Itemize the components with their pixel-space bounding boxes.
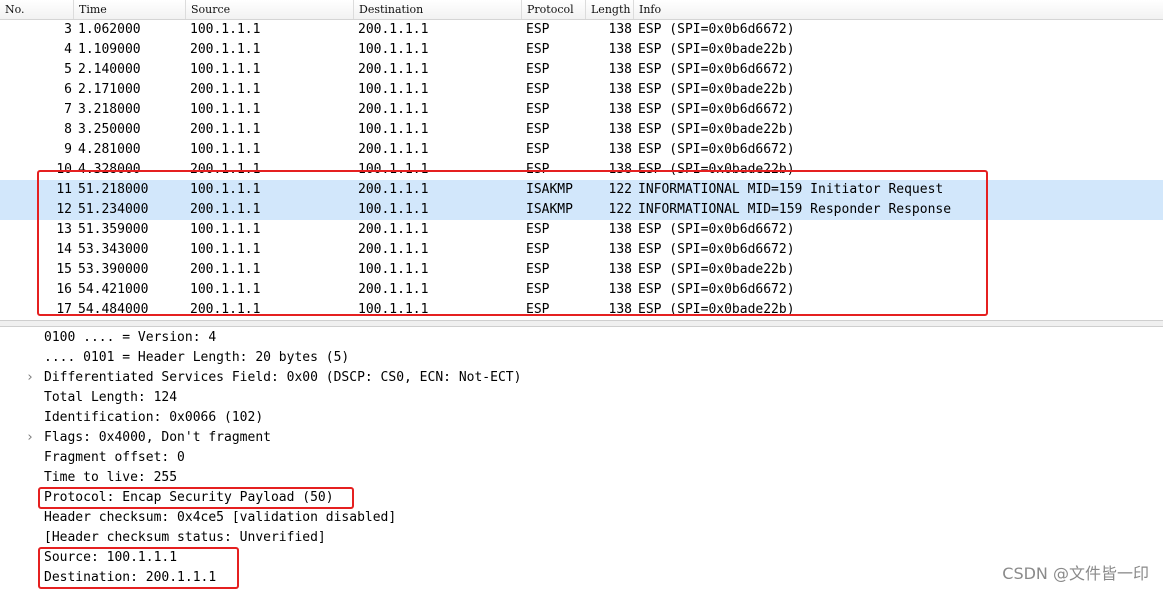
packet-length: 138	[608, 142, 632, 157]
packet-protocol: ESP	[526, 142, 550, 157]
packet-no: 5	[64, 62, 72, 77]
packet-no: 8	[64, 122, 72, 137]
packet-row[interactable]: 6 2.171000 200.1.1.1 100.1.1.1 ESP 138 ESP (SP…	[0, 80, 1163, 100]
packet-source: 100.1.1.1	[190, 62, 261, 77]
packet-length: 138	[608, 42, 632, 57]
packet-no: 9	[64, 142, 72, 157]
column-header-length[interactable]: Length	[586, 0, 634, 19]
packet-destination: 100.1.1.1	[358, 82, 429, 97]
highlight-box-packets	[37, 170, 988, 316]
detail-text: Header checksum: 0x4ce5 [validation disa…	[44, 510, 397, 525]
detail-line[interactable]: Header checksum: 0x4ce5 [validation disa…	[0, 508, 1163, 528]
expand-arrow-icon[interactable]: ›	[26, 368, 34, 388]
packet-source: 100.1.1.1	[190, 142, 261, 157]
packet-destination: 100.1.1.1	[358, 42, 429, 57]
detail-text: Time to live: 255	[44, 470, 178, 485]
packet-details-pane[interactable]: 0100 .... = Version: 4 .... 0101 = Header…	[0, 328, 1163, 590]
packet-time: 1.062000	[78, 22, 141, 37]
packet-length: 138	[608, 122, 632, 137]
packet-row[interactable]: 5 2.140000 100.1.1.1 200.1.1.1 ESP 138 ESP (SP…	[0, 60, 1163, 80]
expand-arrow-icon[interactable]: ›	[26, 428, 34, 448]
watermark: CSDN @文件皆一印	[1002, 564, 1149, 583]
packet-destination: 100.1.1.1	[358, 122, 429, 137]
packet-list-pane[interactable]: No. Time Source Destination Protocol Len…	[0, 0, 1163, 320]
packet-length: 138	[608, 62, 632, 77]
highlight-box-protocol	[38, 487, 354, 509]
packet-row[interactable]: 9 4.281000 100.1.1.1 200.1.1.1 ESP 138 ESP (SP…	[0, 140, 1163, 160]
column-header-time[interactable]: Time	[74, 0, 186, 19]
detail-line[interactable]: Fragment offset: 0	[0, 448, 1163, 468]
packet-time: 3.250000	[78, 122, 141, 137]
packet-protocol: ESP	[526, 102, 550, 117]
packet-row[interactable]: 4 1.109000 200.1.1.1 100.1.1.1 ESP 138 ESP (SP…	[0, 40, 1163, 60]
packet-destination: 200.1.1.1	[358, 62, 429, 77]
detail-text: Identification: 0x0066 (102)	[44, 410, 264, 425]
detail-text: Fragment offset: 0	[44, 450, 185, 465]
detail-line[interactable]: [Header checksum status: Unverified]	[0, 528, 1163, 548]
packet-source: 200.1.1.1	[190, 122, 261, 137]
packet-info: ESP (SPI=0x0b6d6672)	[638, 102, 795, 117]
packet-protocol: ESP	[526, 122, 550, 137]
detail-text: .... 0101 = Header Length: 20 bytes (5)	[44, 350, 350, 365]
packet-info: ESP (SPI=0x0bade22b)	[638, 122, 795, 137]
detail-text: [Header checksum status: Unverified]	[44, 530, 326, 545]
packet-no: 6	[64, 82, 72, 97]
detail-text: Differentiated Services Field: 0x00 (DSC…	[44, 370, 522, 385]
packet-destination: 200.1.1.1	[358, 22, 429, 37]
packet-no: 3	[64, 22, 72, 37]
packet-time: 2.140000	[78, 62, 141, 77]
packet-length: 138	[608, 82, 632, 97]
packet-protocol: ESP	[526, 42, 550, 57]
pane-splitter[interactable]	[0, 320, 1163, 327]
detail-line[interactable]: 0100 .... = Version: 4	[0, 328, 1163, 348]
detail-line[interactable]: › Flags: 0x4000, Don't fragment	[0, 428, 1163, 448]
packet-time: 2.171000	[78, 82, 141, 97]
packet-info: ESP (SPI=0x0b6d6672)	[638, 22, 795, 37]
packet-row[interactable]: 8 3.250000 200.1.1.1 100.1.1.1 ESP 138 ESP (SP…	[0, 120, 1163, 140]
detail-line[interactable]: Identification: 0x0066 (102)	[0, 408, 1163, 428]
packet-list-header: No. Time Source Destination Protocol Len…	[0, 0, 1163, 20]
packet-destination: 200.1.1.1	[358, 102, 429, 117]
packet-protocol: ESP	[526, 82, 550, 97]
column-header-source[interactable]: Source	[186, 0, 354, 19]
packet-source: 200.1.1.1	[190, 42, 261, 57]
packet-source: 100.1.1.1	[190, 22, 261, 37]
packet-time: 1.109000	[78, 42, 141, 57]
packet-info: ESP (SPI=0x0bade22b)	[638, 82, 795, 97]
packet-info: ESP (SPI=0x0b6d6672)	[638, 142, 795, 157]
packet-time: 3.218000	[78, 102, 141, 117]
packet-protocol: ESP	[526, 62, 550, 77]
column-header-protocol[interactable]: Protocol	[522, 0, 586, 19]
detail-line[interactable]: .... 0101 = Header Length: 20 bytes (5)	[0, 348, 1163, 368]
packet-protocol: ESP	[526, 22, 550, 37]
packet-no: 4	[64, 42, 72, 57]
packet-info: ESP (SPI=0x0bade22b)	[638, 42, 795, 57]
detail-line[interactable]: Total Length: 124	[0, 388, 1163, 408]
detail-text: 0100 .... = Version: 4	[44, 330, 217, 345]
detail-text: Total Length: 124	[44, 390, 178, 405]
detail-line[interactable]: › Differentiated Services Field: 0x00 (DS…	[0, 368, 1163, 388]
packet-time: 4.281000	[78, 142, 141, 157]
packet-length: 138	[608, 102, 632, 117]
column-header-no[interactable]: No.	[0, 0, 74, 19]
detail-line[interactable]: Time to live: 255	[0, 468, 1163, 488]
packet-row[interactable]: 3 1.062000 100.1.1.1 200.1.1.1 ESP 138 ESP (SP…	[0, 20, 1163, 40]
packet-no: 7	[64, 102, 72, 117]
packet-source: 200.1.1.1	[190, 82, 261, 97]
packet-destination: 200.1.1.1	[358, 142, 429, 157]
detail-text: Flags: 0x4000, Don't fragment	[44, 430, 271, 445]
column-header-info[interactable]: Info	[634, 0, 1163, 19]
highlight-box-source-destination	[38, 547, 239, 589]
packet-length: 138	[608, 22, 632, 37]
packet-row[interactable]: 7 3.218000 100.1.1.1 200.1.1.1 ESP 138 ESP (SP…	[0, 100, 1163, 120]
packet-info: ESP (SPI=0x0b6d6672)	[638, 62, 795, 77]
packet-source: 100.1.1.1	[190, 102, 261, 117]
column-header-destination[interactable]: Destination	[354, 0, 522, 19]
